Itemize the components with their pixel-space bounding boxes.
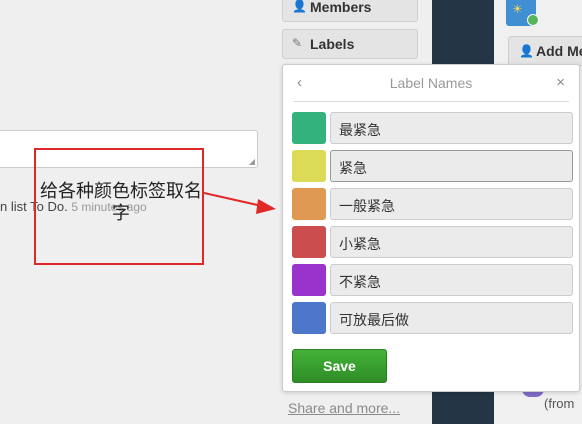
members-button[interactable]: 👤 Members (282, 0, 418, 22)
popover-title: Label Names (389, 75, 473, 91)
label-name-input[interactable]: 小紧急 (330, 226, 573, 258)
save-button[interactable]: Save (292, 349, 387, 383)
label-color-swatch[interactable] (292, 302, 326, 334)
close-icon[interactable]: × (556, 74, 565, 91)
resize-handle-icon[interactable]: ◢ (249, 157, 255, 166)
label-color-swatch[interactable] (292, 112, 326, 144)
label-row: 可放最后做 (292, 302, 574, 334)
label-name-input[interactable]: 不紧急 (330, 264, 573, 296)
person-icon: 👤 (519, 44, 534, 58)
label-row: 小紧急 (292, 226, 574, 258)
label-row: 一般紧急 (292, 188, 574, 220)
popover-header: ‹ Label Names × (293, 65, 569, 102)
label-color-swatch[interactable] (292, 150, 326, 182)
status-dot (527, 14, 539, 26)
share-and-more-link[interactable]: Share and more... (288, 400, 400, 416)
tag-icon: ✎ (292, 36, 303, 50)
label-row: 不紧急 (292, 264, 574, 296)
label-name-input[interactable]: 紧急 (330, 150, 573, 182)
labels-label: Labels (310, 36, 355, 52)
add-members-label: Add Mem (536, 43, 582, 59)
label-names-popover: ‹ Label Names × 最紧急紧急一般紧急小紧急不紧急可放最后做 Sav… (282, 64, 580, 392)
label-name-input[interactable]: 最紧急 (330, 112, 573, 144)
label-name-input[interactable]: 一般紧急 (330, 188, 573, 220)
avatar[interactable]: ☀ (506, 0, 539, 26)
labels-button[interactable]: ✎ Labels (282, 29, 418, 59)
members-label: Members (310, 0, 372, 15)
annotation-text: 给各种颜色标签取名字 (40, 181, 202, 224)
label-row: 紧急 (292, 150, 574, 182)
label-color-swatch[interactable] (292, 188, 326, 220)
label-color-swatch[interactable] (292, 226, 326, 258)
label-color-swatch[interactable] (292, 264, 326, 296)
avatar-image-icon: ☀ (512, 2, 523, 16)
annotation-arrow-icon (204, 192, 276, 214)
from-text: (from (544, 396, 575, 411)
add-members-button[interactable]: 👤 Add Mem (508, 36, 582, 66)
label-name-input[interactable]: 可放最后做 (330, 302, 573, 334)
person-icon: 👤 (292, 0, 307, 13)
label-row: 最紧急 (292, 112, 574, 144)
